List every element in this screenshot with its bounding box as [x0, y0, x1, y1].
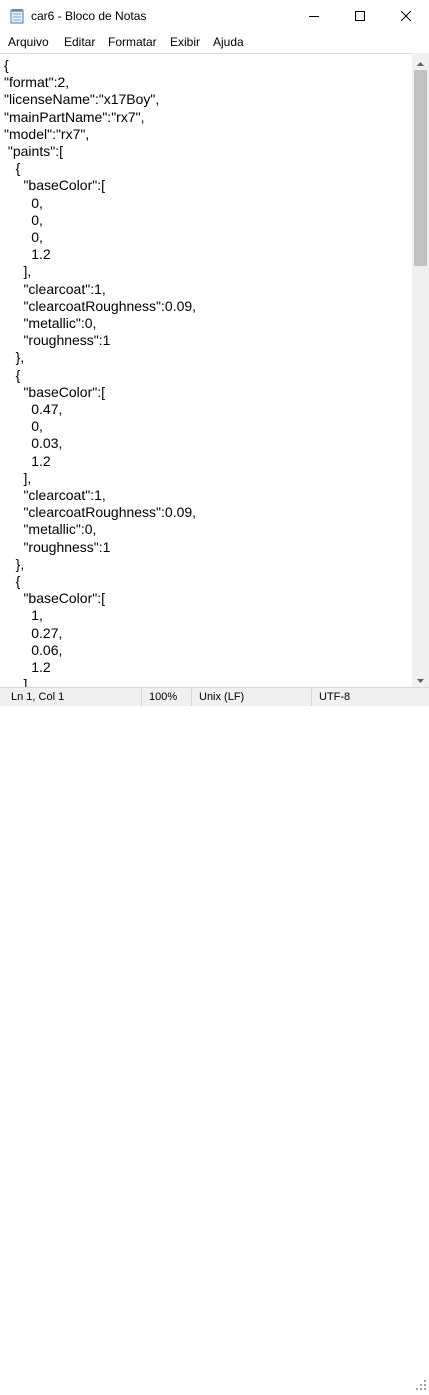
- editor-line: 0.03,: [4, 435, 63, 452]
- editor-line: "clearcoat":1,: [4, 487, 106, 503]
- editor-line: ],: [4, 676, 32, 687]
- maximize-button[interactable]: [337, 0, 383, 32]
- editor-line: "metallic":0,: [4, 521, 97, 538]
- editor-line: "clearcoatRoughness":0.09,: [4, 504, 197, 521]
- notepad-window: car6 - Bloco de Notas Arquivo Editar For…: [0, 0, 429, 1390]
- editor-line: "roughness":1: [4, 538, 111, 555]
- editor-line: {: [4, 573, 21, 589]
- editor-line: 0,: [4, 418, 43, 435]
- editor-line: },: [4, 555, 25, 572]
- notepad-icon: [10, 8, 24, 24]
- text-editor[interactable]: {"format":2, "licenseName":"x17Boy", "main…: [0, 53, 412, 687]
- editor-line: 0.47,: [4, 401, 63, 417]
- editor-line: "baseColor":[: [4, 177, 105, 194]
- editor-line: ],: [4, 263, 32, 280]
- scroll-thumb[interactable]: [414, 70, 427, 266]
- editor-line: 0,: [4, 229, 43, 245]
- window-title: car6 - Bloco de Notas: [31, 9, 147, 23]
- cursor-position: Ln 1, Col 1: [11, 691, 65, 703]
- menu-ajuda[interactable]: Ajuda: [213, 35, 244, 49]
- editor-line: 0.27,: [4, 624, 63, 641]
- minimize-icon: [309, 11, 319, 21]
- editor-line: "licenseName":"x17Boy",: [4, 91, 160, 108]
- editor-line: "mainPartName":"rx7",: [4, 108, 145, 125]
- chevron-down-icon: [417, 670, 424, 688]
- editor-line: "roughness":1: [4, 332, 111, 349]
- menu-arquivo[interactable]: Arquivo: [8, 35, 49, 49]
- editor-line: "baseColor":[: [4, 590, 105, 607]
- status-divider: [141, 688, 142, 706]
- editor-line: "clearcoatRoughness":0.09,: [4, 297, 197, 314]
- editor-line: "format":2,: [4, 74, 70, 91]
- editor-line: 1,: [4, 607, 43, 624]
- editor-line: "clearcoat":1,: [4, 280, 106, 297]
- editor-line: {: [4, 57, 9, 73]
- resize-grip-icon[interactable]: [414, 1378, 428, 1392]
- status-bar: Ln 1, Col 1 100% Unix (LF) UTF-8: [0, 687, 429, 1390]
- close-icon: [401, 11, 411, 21]
- menu-bar: Arquivo Editar Formatar Exibir Ajuda: [0, 32, 429, 52]
- editor-line: 0,: [4, 194, 43, 211]
- scroll-up-button[interactable]: [412, 53, 429, 70]
- status-divider: [311, 688, 312, 706]
- editor-line: 1.2: [4, 659, 51, 675]
- chevron-up-icon: [417, 53, 424, 71]
- editor-line: ],: [4, 469, 32, 486]
- vertical-scrollbar[interactable]: [412, 53, 429, 687]
- zoom-level: 100%: [149, 691, 178, 703]
- menu-formatar[interactable]: Formatar: [108, 35, 157, 49]
- editor-line: 0.06,: [4, 641, 63, 658]
- editor-line: 1.2: [4, 452, 51, 469]
- status-divider: [191, 688, 192, 706]
- editor-line: "paints":[: [4, 143, 63, 159]
- close-button[interactable]: [383, 0, 429, 32]
- minimize-button[interactable]: [291, 0, 337, 32]
- menu-editar[interactable]: Editar: [64, 35, 95, 49]
- editor-line: 1.2: [4, 246, 51, 263]
- editor-line: 0,: [4, 211, 43, 228]
- encoding: UTF-8: [319, 691, 351, 703]
- editor-line: {: [4, 160, 21, 177]
- editor-line: },: [4, 349, 25, 366]
- editor-line: {: [4, 366, 21, 383]
- editor-line: "metallic":0,: [4, 315, 97, 331]
- line-ending: Unix (LF): [199, 691, 245, 703]
- maximize-icon: [355, 11, 365, 21]
- scroll-down-button[interactable]: [412, 670, 429, 687]
- editor-line: "model":"rx7",: [4, 125, 90, 142]
- title-bar[interactable]: car6 - Bloco de Notas: [0, 0, 429, 32]
- menu-exibir[interactable]: Exibir: [170, 35, 200, 49]
- editor-line: "baseColor":[: [4, 383, 105, 400]
